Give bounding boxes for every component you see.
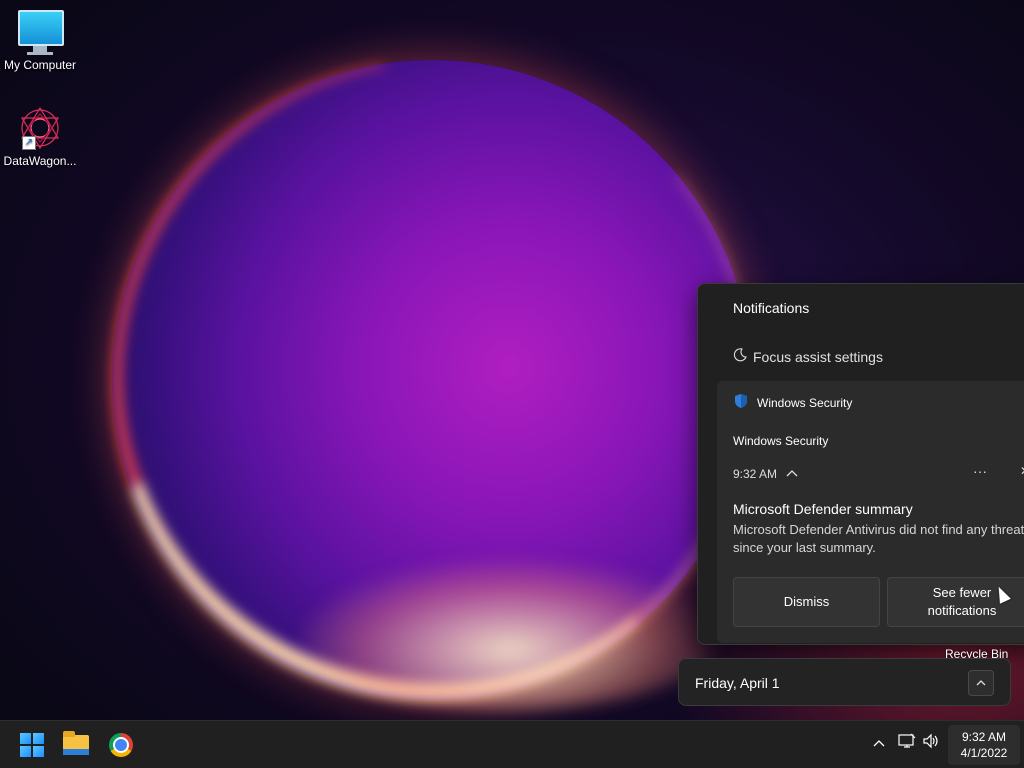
focus-assist-link[interactable]: Focus assist settings [733,348,883,365]
volume-icon[interactable] [922,733,940,752]
start-button[interactable] [18,731,46,759]
chevron-up-icon [976,680,986,686]
taskbar-clock[interactable]: 9:32 AM 4/1/2022 [948,725,1020,765]
folder-icon [63,731,89,755]
dismiss-label: Dismiss [783,594,830,609]
taskbar: 9:32 AM 4/1/2022 [0,720,1024,768]
desktop-icon-label: DataWagon... [3,154,77,168]
shield-icon [733,393,749,412]
chrome-button[interactable] [107,731,135,759]
chevron-up-icon [873,740,885,747]
chrome-icon [109,733,133,757]
more-options-icon[interactable]: ··· [973,463,987,479]
windows-logo-icon [20,733,44,757]
show-hidden-icons-button[interactable] [872,735,886,751]
notification-time-row: 9:32 AM [733,467,799,481]
notification-body: Microsoft Defender Antivirus did not fin… [733,522,1024,555]
datawagon-icon: ↗ [18,106,62,150]
notification-heading: Microsoft Defender summary [733,501,913,517]
notification-time: 9:32 AM [733,467,778,481]
wallpaper-orb-light [300,560,720,710]
notification-app-name: Windows Security [757,395,853,410]
see-fewer-label-line1: See fewer [932,585,992,600]
desktop-icon-datawagon[interactable]: ↗ DataWagon... [0,106,80,168]
notification-subtitle: Windows Security [733,434,829,448]
moon-icon [733,348,747,365]
desktop-icon-label: My Computer [3,58,77,72]
network-icon[interactable] [898,733,916,752]
calendar-date-label: Friday, April 1 [695,675,780,691]
chevron-up-icon[interactable] [785,467,799,481]
clock-date: 4/1/2022 [960,746,1008,760]
close-icon[interactable]: ✕ [1020,464,1024,478]
notification-app-header: Windows Security [733,393,852,412]
clock-time: 9:32 AM [961,730,1007,744]
see-fewer-label-line2: notifications [927,603,997,618]
calendar-header[interactable]: Friday, April 1 [678,658,1011,706]
monitor-icon [18,10,64,55]
calendar-expand-button[interactable] [968,670,994,696]
notifications-title: Notifications [733,300,810,316]
file-explorer-button[interactable] [63,731,91,759]
notification-card[interactable]: Windows Security Windows Security 9:32 A… [717,381,1024,643]
notification-center: Notifications Focus assist settings Wind… [697,283,1024,645]
shortcut-arrow-icon: ↗ [22,136,36,150]
dismiss-button[interactable]: Dismiss [733,577,880,627]
desktop-icon-my-computer[interactable]: My Computer [0,10,80,72]
focus-assist-label: Focus assist settings [753,348,883,365]
